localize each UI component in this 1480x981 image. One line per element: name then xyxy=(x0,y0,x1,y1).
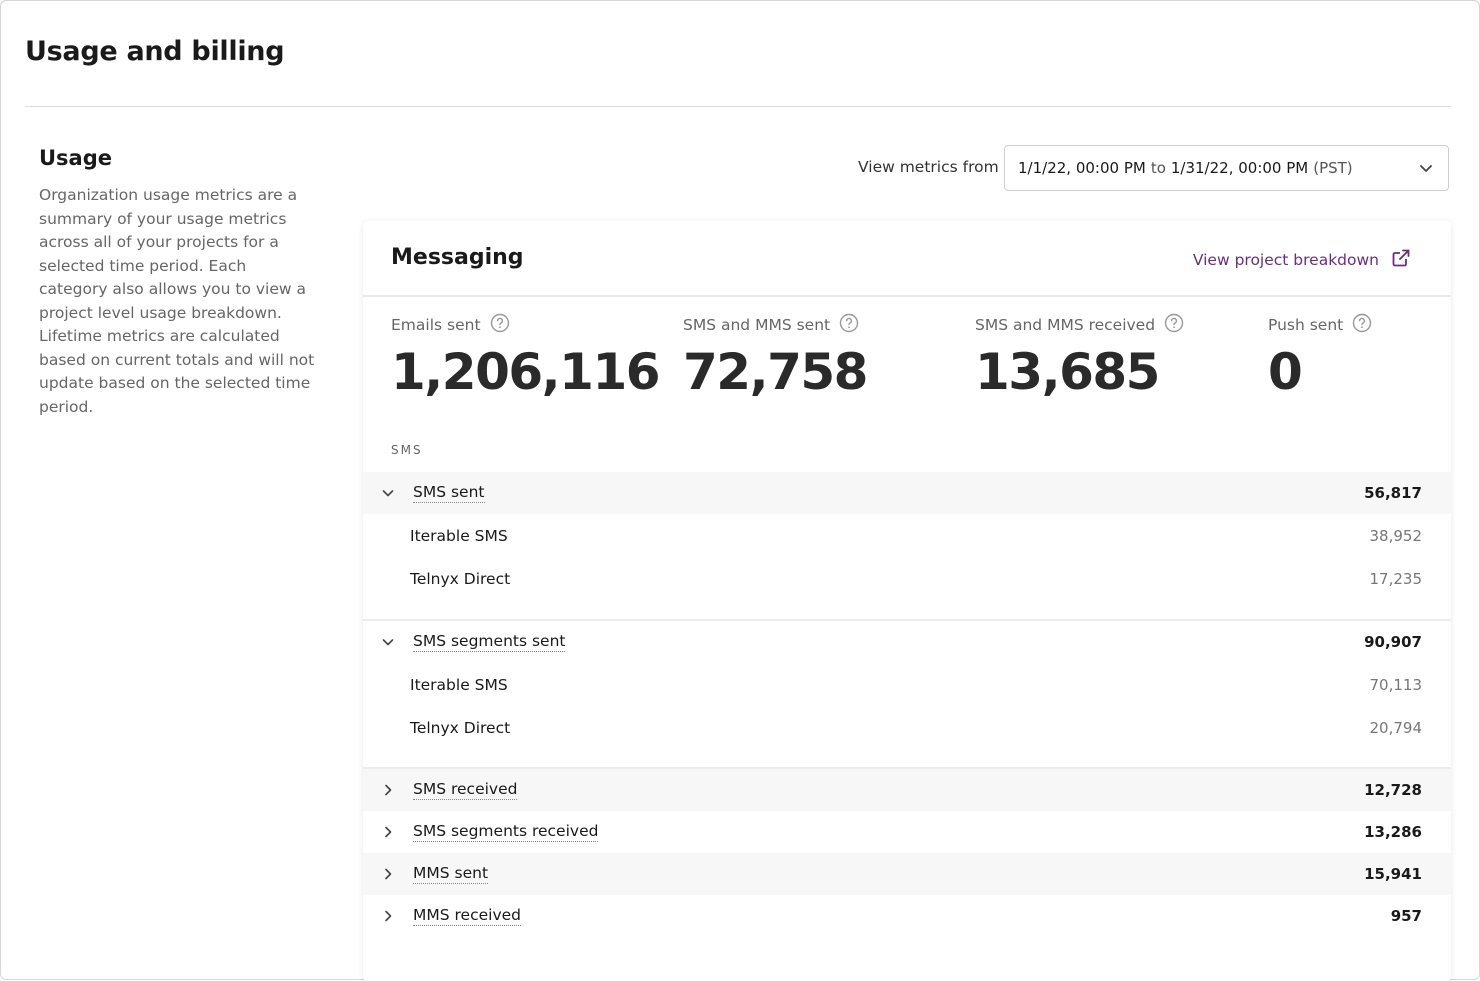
messaging-card: Messaging View project breakdown Emails … xyxy=(363,221,1451,981)
metric-value: 72,758 xyxy=(683,343,868,401)
group-row-sms-segments-sent[interactable]: SMS segments sent 90,907 xyxy=(363,621,1451,663)
sub-row-value: 70,113 xyxy=(1369,676,1423,694)
group-label[interactable]: SMS sent xyxy=(413,483,485,503)
sub-row-label: Telnyx Direct xyxy=(410,719,511,737)
sub-row-label: Iterable SMS xyxy=(410,676,508,694)
group-value: 56,817 xyxy=(1364,484,1422,502)
group-value: 13,286 xyxy=(1364,823,1422,841)
chevron-right-icon[interactable] xyxy=(363,909,413,923)
group-row-mms-received[interactable]: MMS received 957 xyxy=(363,895,1451,937)
metric-label: Emails sent xyxy=(391,316,481,334)
chevron-down-icon xyxy=(1418,160,1434,180)
breakdown-link-label: View project breakdown xyxy=(1192,251,1379,269)
group-value: 12,728 xyxy=(1364,781,1422,799)
sub-row: Telnyx Direct 20,794 xyxy=(363,706,1451,750)
group-value: 957 xyxy=(1390,907,1422,925)
chevron-right-icon[interactable] xyxy=(363,825,413,839)
page-title: Usage and billing xyxy=(25,36,285,67)
group-label[interactable]: SMS segments received xyxy=(413,822,599,842)
external-link-icon xyxy=(1379,248,1411,272)
metric-value: 13,685 xyxy=(975,343,1160,401)
chevron-down-icon[interactable] xyxy=(363,635,413,649)
group-label[interactable]: SMS received xyxy=(413,780,518,800)
sub-row: Iterable SMS 70,113 xyxy=(363,663,1451,707)
help-circle-icon[interactable] xyxy=(481,313,510,337)
view-project-breakdown-link[interactable]: View project breakdown xyxy=(1193,248,1411,272)
group-value: 15,941 xyxy=(1364,865,1422,883)
metric-value: 0 xyxy=(1268,343,1303,401)
metric-emails-sent: Emails sent 1,206,116 xyxy=(391,313,661,401)
sub-row: Iterable SMS 38,952 xyxy=(363,514,1451,558)
sub-row: Telnyx Direct 17,235 xyxy=(363,557,1451,601)
chevron-right-icon[interactable] xyxy=(363,783,413,797)
date-start: 1/1/22, 00:00 PM xyxy=(1018,159,1146,177)
date-to: to xyxy=(1150,159,1166,177)
metric-sms-mms-received: SMS and MMS received 13,685 xyxy=(975,313,1184,401)
group-label[interactable]: MMS received xyxy=(413,906,521,926)
sub-row-label: Iterable SMS xyxy=(410,527,508,545)
usage-heading: Usage xyxy=(39,146,112,170)
header-divider xyxy=(25,106,1451,107)
metric-label: Push sent xyxy=(1268,316,1344,334)
metric-label: SMS and MMS received xyxy=(975,316,1156,334)
card-divider xyxy=(363,295,1451,297)
help-circle-icon[interactable] xyxy=(830,313,859,337)
help-circle-icon[interactable] xyxy=(1155,313,1184,337)
date-range-select[interactable]: 1/1/22, 00:00 PM to 1/31/22, 00:00 PM (P… xyxy=(1004,145,1449,191)
group-row-sms-sent[interactable]: SMS sent 56,817 xyxy=(363,472,1451,514)
sub-row-label: Telnyx Direct xyxy=(410,570,511,588)
sub-row-value: 20,794 xyxy=(1369,719,1423,737)
date-timezone: (PST) xyxy=(1313,159,1353,177)
sub-row-value: 38,952 xyxy=(1369,527,1423,545)
metric-label: SMS and MMS sent xyxy=(683,316,831,334)
chevron-down-icon[interactable] xyxy=(363,486,413,500)
group-label[interactable]: MMS sent xyxy=(413,864,489,884)
metric-sms-mms-sent: SMS and MMS sent 72,758 xyxy=(683,313,868,401)
chevron-right-icon[interactable] xyxy=(363,867,413,881)
sub-row-value: 17,235 xyxy=(1369,570,1423,588)
date-filter-label: View metrics from xyxy=(858,158,999,176)
section-label-sms: SMS xyxy=(391,443,423,457)
date-end: 1/31/22, 00:00 PM xyxy=(1170,159,1309,177)
group-label[interactable]: SMS segments sent xyxy=(413,632,566,652)
metric-push-sent: Push sent 0 xyxy=(1268,313,1372,401)
usage-description: Organization usage metrics are a summary… xyxy=(39,186,315,416)
card-title: Messaging xyxy=(391,245,524,270)
group-row-sms-received[interactable]: SMS received 12,728 xyxy=(363,769,1451,811)
help-circle-icon[interactable] xyxy=(1343,313,1372,337)
metric-value: 1,206,116 xyxy=(391,343,661,401)
group-row-mms-sent[interactable]: MMS sent 15,941 xyxy=(363,853,1451,895)
group-value: 90,907 xyxy=(1364,633,1422,651)
group-row-sms-segments-received[interactable]: SMS segments received 13,286 xyxy=(363,811,1451,853)
